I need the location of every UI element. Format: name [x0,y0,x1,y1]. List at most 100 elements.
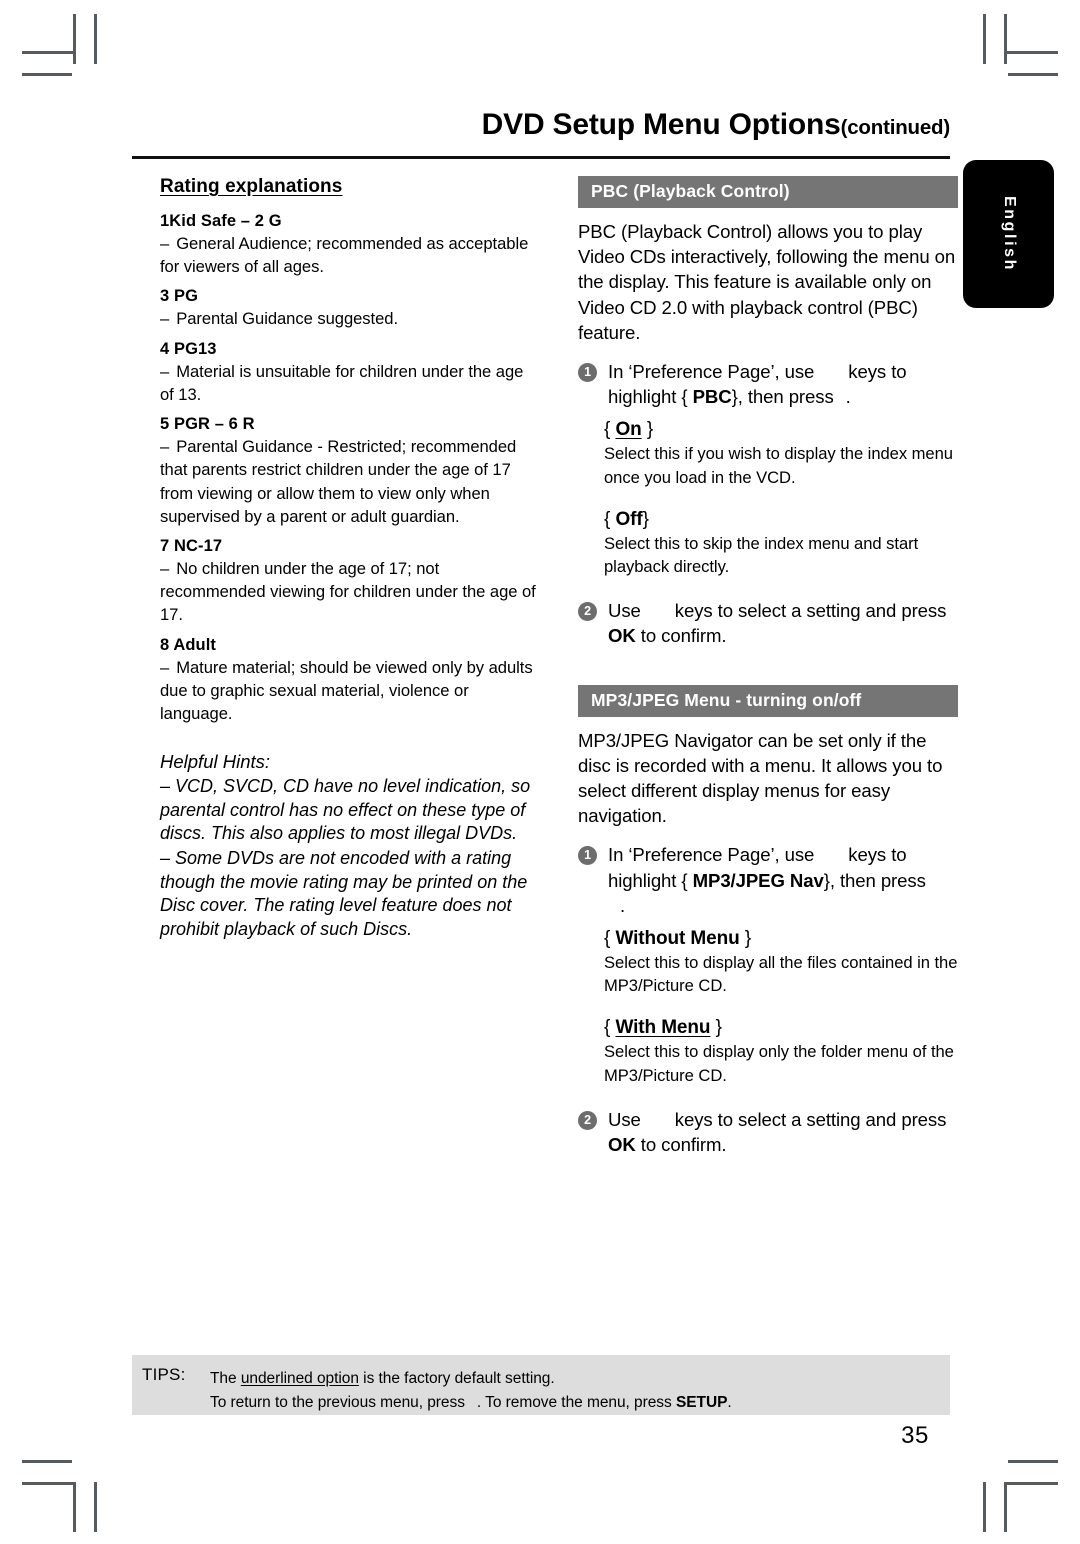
pbc-option-on-description: Select this if you wish to display the i… [604,444,953,487]
step-text-part: Use [608,600,641,622]
mp3jpeg-option-without-menu-heading: { Without Menu } [604,928,958,950]
crop-tick-top-right-horizontal [1008,73,1058,76]
rating-description: – No children under the age of 17; not re… [160,557,540,627]
pbc-step-2: 2 Use keys to select a setting and press O… [578,598,958,648]
helpful-hints-heading: Helpful Hints: [160,751,271,773]
tips-line-1: The underlined option is the factory def… [210,1367,732,1391]
mp3jpeg-step-1: 1 In ‘Preference Page’, use keys to highli… [578,842,958,918]
crop-tick-bottom-left-horizontal [22,1460,72,1463]
rating-description-text: Material is unsuitable for children unde… [160,361,524,404]
rating-term: 5 PGR – 6 R [160,415,255,434]
rating-term: 8 Adult [160,635,217,654]
rating-term: 3 PG [160,287,199,306]
brace-close: } [715,1017,722,1039]
brace-open: { [604,508,611,530]
tips-footer: TIPS: The underlined option is the facto… [132,1355,950,1415]
pbc-step-1: 1 In ‘Preference Page’, use keys to highli… [578,359,958,409]
mp3jpeg-option-with-menu-label: With Menu [615,1017,711,1039]
ok-button-label: OK [608,625,636,647]
crop-tick-top-left-vertical [94,14,97,64]
tips-line2-end: . [727,1394,732,1412]
crop-mark-bottom-right-horizontal [1004,1482,1058,1485]
tips-content: The underlined option is the factory def… [210,1367,732,1416]
helpful-hint-item: – Some DVDs are not encoded with a ratin… [160,848,528,939]
pbc-intro-text: PBC (Playback Control) allows you to pla… [578,221,956,343]
brace-open: { [604,1017,611,1039]
pbc-option-off-label: Off [615,508,643,530]
step-text-part: Use [608,1108,641,1130]
brace-open: { [604,927,611,949]
step-text-part: to confirm. [640,1133,727,1155]
rating-description: – Mature material; should be viewed only … [160,656,540,726]
dash-mark: – [160,309,170,329]
page-title-continued: (continued) [840,116,951,139]
rating-description: – Material is unsuitable for children und… [160,360,540,406]
step-option-name: MP3/JPEG Nav [692,869,824,891]
rating-entry: 8 Adult – Mature material; should be view… [160,636,540,726]
mp3jpeg-section-header: MP3/JPEG Menu - turning on/off [578,684,958,717]
rating-description-text: Mature material; should be viewed only b… [160,657,533,724]
brace-open: { [604,419,611,441]
dash-mark: – [160,234,170,253]
rating-description-text: No children under the age of 17; not rec… [160,558,536,625]
rating-description: – Parental Guidance suggested. [160,307,540,330]
step-option-name: PBC [692,386,732,408]
brace-close: } [646,419,654,441]
mp3jpeg-option-with-menu-heading: { With Menu } [604,1017,958,1039]
mp3jpeg-option-without-menu-description: Select this to display all the files con… [604,952,958,996]
rating-term: 7 NC-17 [160,536,223,555]
language-tab-label: English [1000,196,1018,272]
right-column: PBC (Playback Control) PBC (Playback Con… [578,176,958,1167]
dash-mark: – [160,558,170,578]
step-text-part: }, then press [731,386,834,408]
mp3jpeg-option-with-menu-description: Select this to display only the folder m… [604,1042,954,1085]
crop-tick-top-left-horizontal [22,73,72,76]
mp3jpeg-intro-text: MP3/JPEG Navigator can be set only if th… [578,729,943,827]
crop-mark-top-left-vertical [73,14,76,64]
page-header: DVD Setup Menu Options(continued) [132,108,951,143]
crop-mark-bottom-left-vertical [73,1482,76,1532]
page-title-main: DVD Setup Menu Options [481,108,841,141]
rating-description-text: Parental Guidance suggested. [176,309,399,329]
dash-mark: – [160,657,170,677]
brace-close: } [744,927,752,949]
setup-button-label: SETUP [675,1394,728,1412]
rating-entry: 7 NC-17 – No children under the age of 17… [160,537,540,627]
language-tab: English [963,160,1054,308]
dash-mark: – [160,361,170,381]
tips-line1-pre: The [210,1370,241,1387]
crop-tick-bottom-right-vertical [983,1482,986,1532]
rating-description: – Parental Guidance - Restricted; recomme… [160,435,540,528]
tips-line1-post: is the factory default setting. [358,1370,555,1387]
page-number: 35 [901,1422,929,1449]
pbc-option-on-heading: { On } [604,419,958,441]
mp3jpeg-step-2: 2 Use keys to select a setting and press O… [578,1107,958,1157]
crop-mark-bottom-left-horizontal [22,1482,76,1485]
step-text-part: In ‘Preference Page’, use [608,360,815,382]
title-divider [132,156,950,159]
rating-entry: 1Kid Safe – 2 G – General Audience; recom… [160,212,540,278]
step-text-part: keys to select a setting and press [674,600,947,622]
rating-entry: 5 PGR – 6 R – Parental Guidance - Restric… [160,415,540,528]
rating-explanations-heading: Rating explanations [160,176,343,197]
step-number-badge: 2 [578,602,597,622]
brace-close: } [642,508,649,530]
dash-mark: – [160,437,170,457]
page-title: DVD Setup Menu Options(continued) [132,108,951,143]
rating-term: 4 PG13 [160,339,217,358]
mp3jpeg-option-without-menu-label: Without Menu [615,927,740,949]
tips-label: TIPS: [142,1365,186,1384]
step-text-end: . [845,386,851,408]
pbc-section-header: PBC (Playback Control) [578,176,958,208]
rating-description-text: Parental Guidance - Restricted; recommen… [160,437,517,526]
tips-line2-mid: . To remove the menu, press [476,1394,676,1412]
crop-mark-top-right-vertical [1004,14,1007,64]
tips-line1-underlined: underlined option [240,1370,359,1387]
rating-description-text: General Audience; recommended as accepta… [160,234,529,277]
left-column: Rating explanations 1Kid Safe – 2 G – Gen… [160,176,540,943]
step-text-part: to confirm. [640,625,727,647]
crop-tick-bottom-right-horizontal [1008,1460,1058,1463]
crop-mark-bottom-right-vertical [1004,1482,1007,1532]
rating-term: 1Kid Safe – 2 G [160,212,282,230]
